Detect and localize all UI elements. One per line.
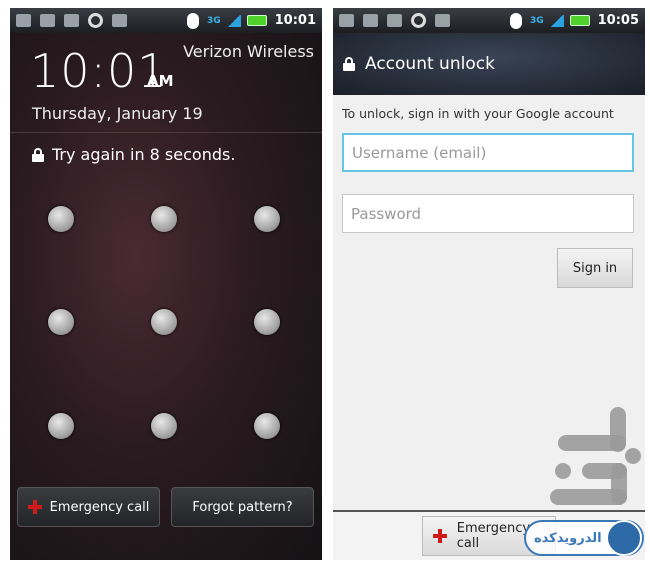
signal-icon — [549, 14, 564, 27]
forgot-pattern-label: Forgot pattern? — [192, 499, 293, 515]
battery-icon — [569, 15, 590, 26]
pattern-dot[interactable] — [48, 309, 74, 335]
page-title: Account unlock — [365, 54, 495, 74]
status-time: 10:05 — [597, 13, 639, 28]
gmail-icon — [363, 14, 378, 27]
emergency-call-button[interactable]: Emergency call — [17, 487, 160, 527]
pattern-dot[interactable] — [151, 309, 177, 335]
pattern-dot[interactable] — [48, 206, 74, 232]
header: Account unlock — [333, 33, 645, 95]
lock-icon — [343, 57, 355, 71]
signal-icon — [226, 14, 241, 27]
bluetooth-icon — [509, 12, 522, 29]
status-bar: 3G 10:05 — [333, 8, 645, 33]
emergency-call-label: Emergency call — [49, 499, 150, 515]
network-type: 3G — [529, 15, 544, 26]
usb-icon — [435, 14, 450, 27]
watermark-text: الدرویدکده — [534, 530, 602, 546]
ampm: AM — [147, 72, 174, 90]
status-time: 10:01 — [274, 13, 316, 28]
red-cross-icon — [433, 529, 447, 543]
password-input[interactable]: Password — [342, 194, 634, 233]
pattern-dot[interactable] — [151, 413, 177, 439]
pattern-dot[interactable] — [151, 206, 177, 232]
usb-icon — [112, 14, 127, 27]
pattern-dot[interactable] — [254, 206, 280, 232]
lockout-message: Try again in 8 seconds. — [32, 145, 235, 164]
forgot-pattern-button[interactable]: Forgot pattern? — [171, 487, 314, 527]
keypad-icon — [16, 14, 31, 27]
battery-icon — [246, 15, 267, 26]
red-cross-icon — [27, 500, 42, 514]
market-icon — [64, 14, 79, 27]
lockout-text: Try again in 8 seconds. — [52, 145, 236, 164]
bluetooth-icon — [186, 12, 199, 29]
sign-in-button[interactable]: Sign in — [557, 248, 633, 288]
username-input[interactable]: Username (email) — [342, 133, 634, 172]
gmail-icon — [40, 14, 55, 27]
network-type: 3G — [206, 15, 221, 26]
sync-icon — [88, 13, 103, 28]
date: Thursday, January 19 — [32, 104, 203, 123]
lock-screen: 3G 10:01 10:01 AM Verizon Wireless Thurs… — [10, 8, 322, 560]
carrier: Verizon Wireless — [183, 42, 314, 61]
pattern-dot[interactable] — [48, 413, 74, 439]
watermark-logo: الدرویدکده — [524, 520, 644, 556]
sync-icon — [411, 13, 426, 28]
pattern-dot[interactable] — [254, 413, 280, 439]
divider — [10, 132, 322, 133]
instructions: To unlock, sign in with your Google acco… — [342, 106, 614, 121]
android-logo-icon — [606, 520, 642, 556]
market-icon — [387, 14, 402, 27]
status-bar: 3G 10:01 — [10, 8, 322, 33]
pattern-dot[interactable] — [254, 309, 280, 335]
keypad-icon — [339, 14, 354, 27]
lock-icon — [32, 147, 44, 162]
